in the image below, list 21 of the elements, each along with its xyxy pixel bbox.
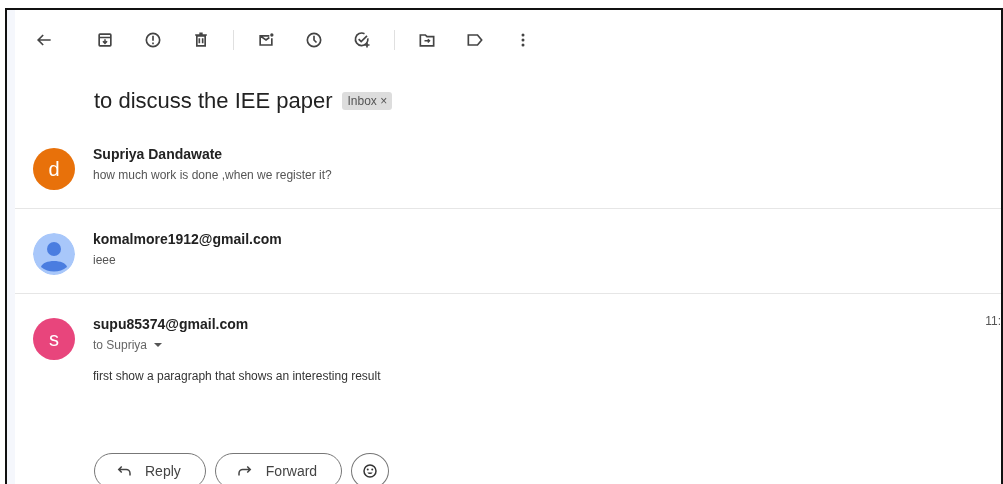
reply-button[interactable]: Reply xyxy=(94,453,206,484)
message-snippet: how much work is done ,when we register it? xyxy=(93,168,333,182)
inbox-label[interactable]: Inbox × xyxy=(342,92,393,110)
smiley-icon[interactable] xyxy=(361,462,380,480)
message-snippet: ieee xyxy=(93,253,117,267)
report-spam-icon[interactable] xyxy=(143,30,163,50)
add-task-icon[interactable] xyxy=(352,30,372,50)
recipient-dropdown[interactable]: to Supriya xyxy=(93,338,1001,352)
sender-name: supu85374@gmail.com xyxy=(93,316,249,332)
avatar: s xyxy=(33,318,75,360)
email-subject: to discuss the IEE paper xyxy=(94,88,333,114)
sender-name: Supriya Dandawate xyxy=(93,146,223,162)
message-body: first show a paragraph that shows an interesting result xyxy=(93,369,382,383)
message-time: 11: xyxy=(985,314,1001,330)
archive-icon[interactable] xyxy=(95,30,115,50)
forward-button[interactable]: Forward xyxy=(214,453,343,484)
sender-name: komalmore1912@gmail.com xyxy=(93,231,282,247)
emoji-button[interactable] xyxy=(351,453,390,484)
avatar: d xyxy=(33,148,75,190)
clock-icon[interactable] xyxy=(304,30,324,50)
caret-icon[interactable] xyxy=(153,342,164,348)
